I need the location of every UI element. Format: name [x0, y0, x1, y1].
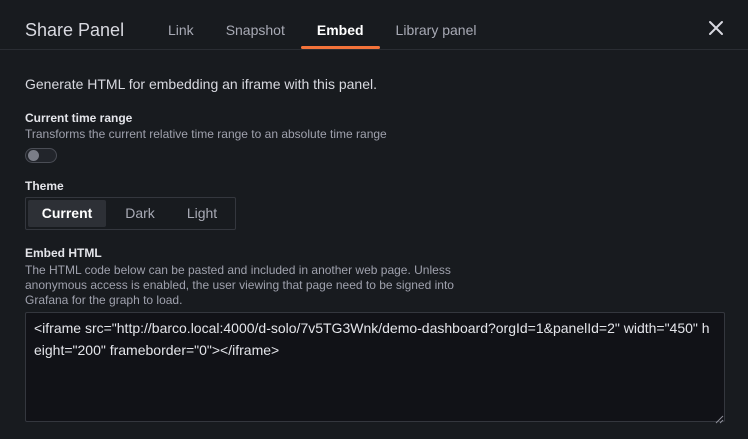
time-range-description: Transforms the current relative time ran…	[25, 127, 387, 141]
embed-html-label: Embed HTML	[25, 246, 102, 260]
time-range-toggle[interactable]	[25, 148, 57, 163]
embed-html-textarea[interactable]: <iframe src="http://barco.local:4000/d-s…	[25, 312, 725, 422]
toggle-knob	[28, 150, 39, 161]
theme-label: Theme	[25, 179, 64, 193]
time-range-label: Current time range	[25, 111, 133, 125]
embed-description-line: anonymous access is enabled, the user vi…	[25, 278, 454, 292]
intro-text: Generate HTML for embedding an iframe wi…	[25, 76, 377, 92]
theme-radio-group: Current Dark Light	[25, 197, 236, 230]
tab-library-panel[interactable]: Library panel	[380, 0, 493, 50]
embed-description-line: The HTML code below can be pasted and in…	[25, 263, 451, 277]
tab-embed[interactable]: Embed	[300, 0, 380, 50]
tab-bar: Link Snapshot Embed Library panel	[152, 0, 492, 50]
modal-header: Share Panel Link Snapshot Embed Library …	[0, 0, 748, 50]
tab-snapshot[interactable]: Snapshot	[210, 0, 301, 50]
close-icon[interactable]	[706, 18, 726, 38]
theme-option-dark[interactable]: Dark	[106, 200, 174, 227]
tab-link[interactable]: Link	[152, 0, 210, 50]
theme-option-light[interactable]: Light	[174, 200, 230, 227]
share-panel-modal: Share Panel Link Snapshot Embed Library …	[0, 0, 748, 439]
resize-handle-icon[interactable]	[715, 411, 724, 424]
theme-option-current[interactable]: Current	[28, 200, 106, 227]
embed-description-line: Grafana for the graph to load.	[25, 293, 183, 307]
modal-title: Share Panel	[25, 20, 125, 40]
